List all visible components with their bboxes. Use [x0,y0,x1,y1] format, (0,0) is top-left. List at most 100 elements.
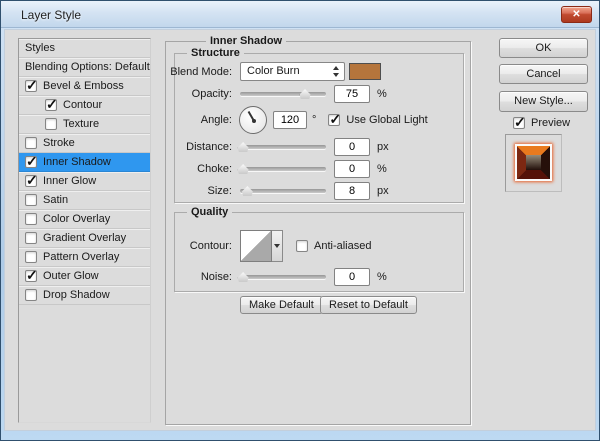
sidebar-item-label: Color Overlay [43,213,110,225]
style-preview-thumbnail [515,144,552,181]
choke-unit: % [377,163,387,175]
opacity-slider-thumb[interactable] [300,89,311,99]
sidebar-item-label: Outer Glow [43,270,99,282]
shadow-color-swatch[interactable] [349,63,381,80]
styles-panel: Styles Blending Options: Default Bevel & … [18,38,151,423]
sidebar-item-label: Texture [63,118,99,130]
sidebar-item-color-overlay[interactable]: Color Overlay [19,210,150,229]
checkbox[interactable] [25,80,37,92]
cancel-button[interactable]: Cancel [499,64,588,84]
styles-header: Styles [19,39,150,58]
sidebar-item-texture[interactable]: Texture [19,115,150,134]
dialog-body: Styles Blending Options: Default Bevel & … [4,29,596,431]
sidebar-item-inner-glow[interactable]: Inner Glow [19,172,150,191]
checkbox[interactable] [25,175,37,187]
styles-header-label: Styles [25,42,55,54]
distance-label: Distance: [166,141,236,153]
checkbox[interactable] [45,118,57,130]
make-default-button[interactable]: Make Default [240,296,323,314]
checkbox[interactable] [25,270,37,282]
sidebar-item-label: Drop Shadow [43,289,110,301]
preview-label: Preview [531,117,570,129]
sidebar-item-stroke[interactable]: Stroke [19,134,150,153]
angle-unit: ° [312,114,316,126]
checkbox[interactable] [513,117,525,129]
checkbox[interactable] [25,251,37,263]
size-slider[interactable] [240,185,326,197]
sidebar-item-pattern-overlay[interactable]: Pattern Overlay [19,248,150,267]
blend-mode-row: Blend Mode: Color Burn [166,62,470,81]
distance-row: Distance: px [166,138,470,156]
noise-slider-thumb[interactable] [238,272,249,282]
ok-button[interactable]: OK [499,38,588,58]
slider-track [240,189,326,193]
sidebar-item-label: Gradient Overlay [43,232,126,244]
checkbox[interactable] [25,213,37,225]
size-unit: px [377,185,389,197]
size-row: Size: px [166,182,470,200]
contour-dropdown-button[interactable] [272,230,283,262]
distance-slider[interactable] [240,141,326,153]
sidebar-item-drop-shadow[interactable]: Drop Shadow [19,286,150,305]
distance-slider-thumb[interactable] [238,142,249,152]
noise-row: Noise: % [166,268,470,286]
checkbox[interactable] [25,137,37,149]
use-global-light-label: Use Global Light [346,114,427,126]
blend-mode-label: Blend Mode: [166,66,236,78]
sidebar-item-label: Bevel & Emboss [43,80,124,92]
checkbox[interactable] [25,156,37,168]
close-button[interactable]: ✕ [561,6,592,23]
opacity-input[interactable] [334,85,370,103]
sidebar-item-gradient-overlay[interactable]: Gradient Overlay [19,229,150,248]
close-icon: ✕ [572,9,580,20]
slider-track [240,275,326,279]
checkbox[interactable] [328,114,340,126]
choke-label: Choke: [166,163,236,175]
choke-row: Choke: % [166,160,470,178]
contour-label: Contour: [166,240,236,252]
angle-label: Angle: [166,114,236,126]
checkbox[interactable] [25,194,37,206]
checkbox[interactable] [45,99,57,111]
choke-slider-thumb[interactable] [238,164,249,174]
noise-input[interactable] [334,268,370,286]
sidebar-item-outer-glow[interactable]: Outer Glow [19,267,150,286]
opacity-row: Opacity: % [166,85,470,103]
sidebar-item-bevel-emboss[interactable]: Bevel & Emboss [19,77,150,96]
sidebar-item-inner-shadow[interactable]: Inner Shadow [19,153,150,172]
use-global-light-checkbox[interactable]: Use Global Light [328,114,427,126]
opacity-slider[interactable] [240,88,326,100]
panel-title: Inner Shadow [206,35,286,47]
slider-track [240,92,326,96]
sidebar-item-blending-options-default[interactable]: Blending Options: Default [19,58,150,77]
bevel-preview-center [526,155,541,170]
noise-label: Noise: [166,271,236,283]
checkbox[interactable] [296,240,308,252]
inner-shadow-panel: Inner Shadow Structure Blend Mode: Color… [165,41,471,425]
stepper-icon [333,66,340,77]
bevel-preview [517,146,550,179]
window-title: Layer Style [21,8,81,22]
size-slider-thumb[interactable] [242,186,253,196]
checkbox[interactable] [25,232,37,244]
blend-mode-select[interactable]: Color Burn [240,62,345,81]
sidebar-item-label: Stroke [43,137,75,149]
noise-unit: % [377,271,387,283]
blend-mode-value: Color Burn [247,65,300,77]
new-style-button[interactable]: New Style... [499,91,588,112]
reset-to-default-button[interactable]: Reset to Default [320,296,417,314]
checkbox[interactable] [25,289,37,301]
sidebar-item-contour[interactable]: Contour [19,96,150,115]
sidebar-item-label: Inner Shadow [43,156,111,168]
distance-input[interactable] [334,138,370,156]
noise-slider[interactable] [240,271,326,283]
choke-input[interactable] [334,160,370,178]
choke-slider[interactable] [240,163,326,175]
angle-dial[interactable] [239,106,267,134]
size-input[interactable] [334,182,370,200]
angle-input[interactable] [273,111,307,129]
contour-picker[interactable] [240,230,272,262]
sidebar-item-satin[interactable]: Satin [19,191,150,210]
anti-aliased-checkbox[interactable]: Anti-aliased [296,240,371,252]
preview-checkbox[interactable]: Preview [513,117,570,129]
